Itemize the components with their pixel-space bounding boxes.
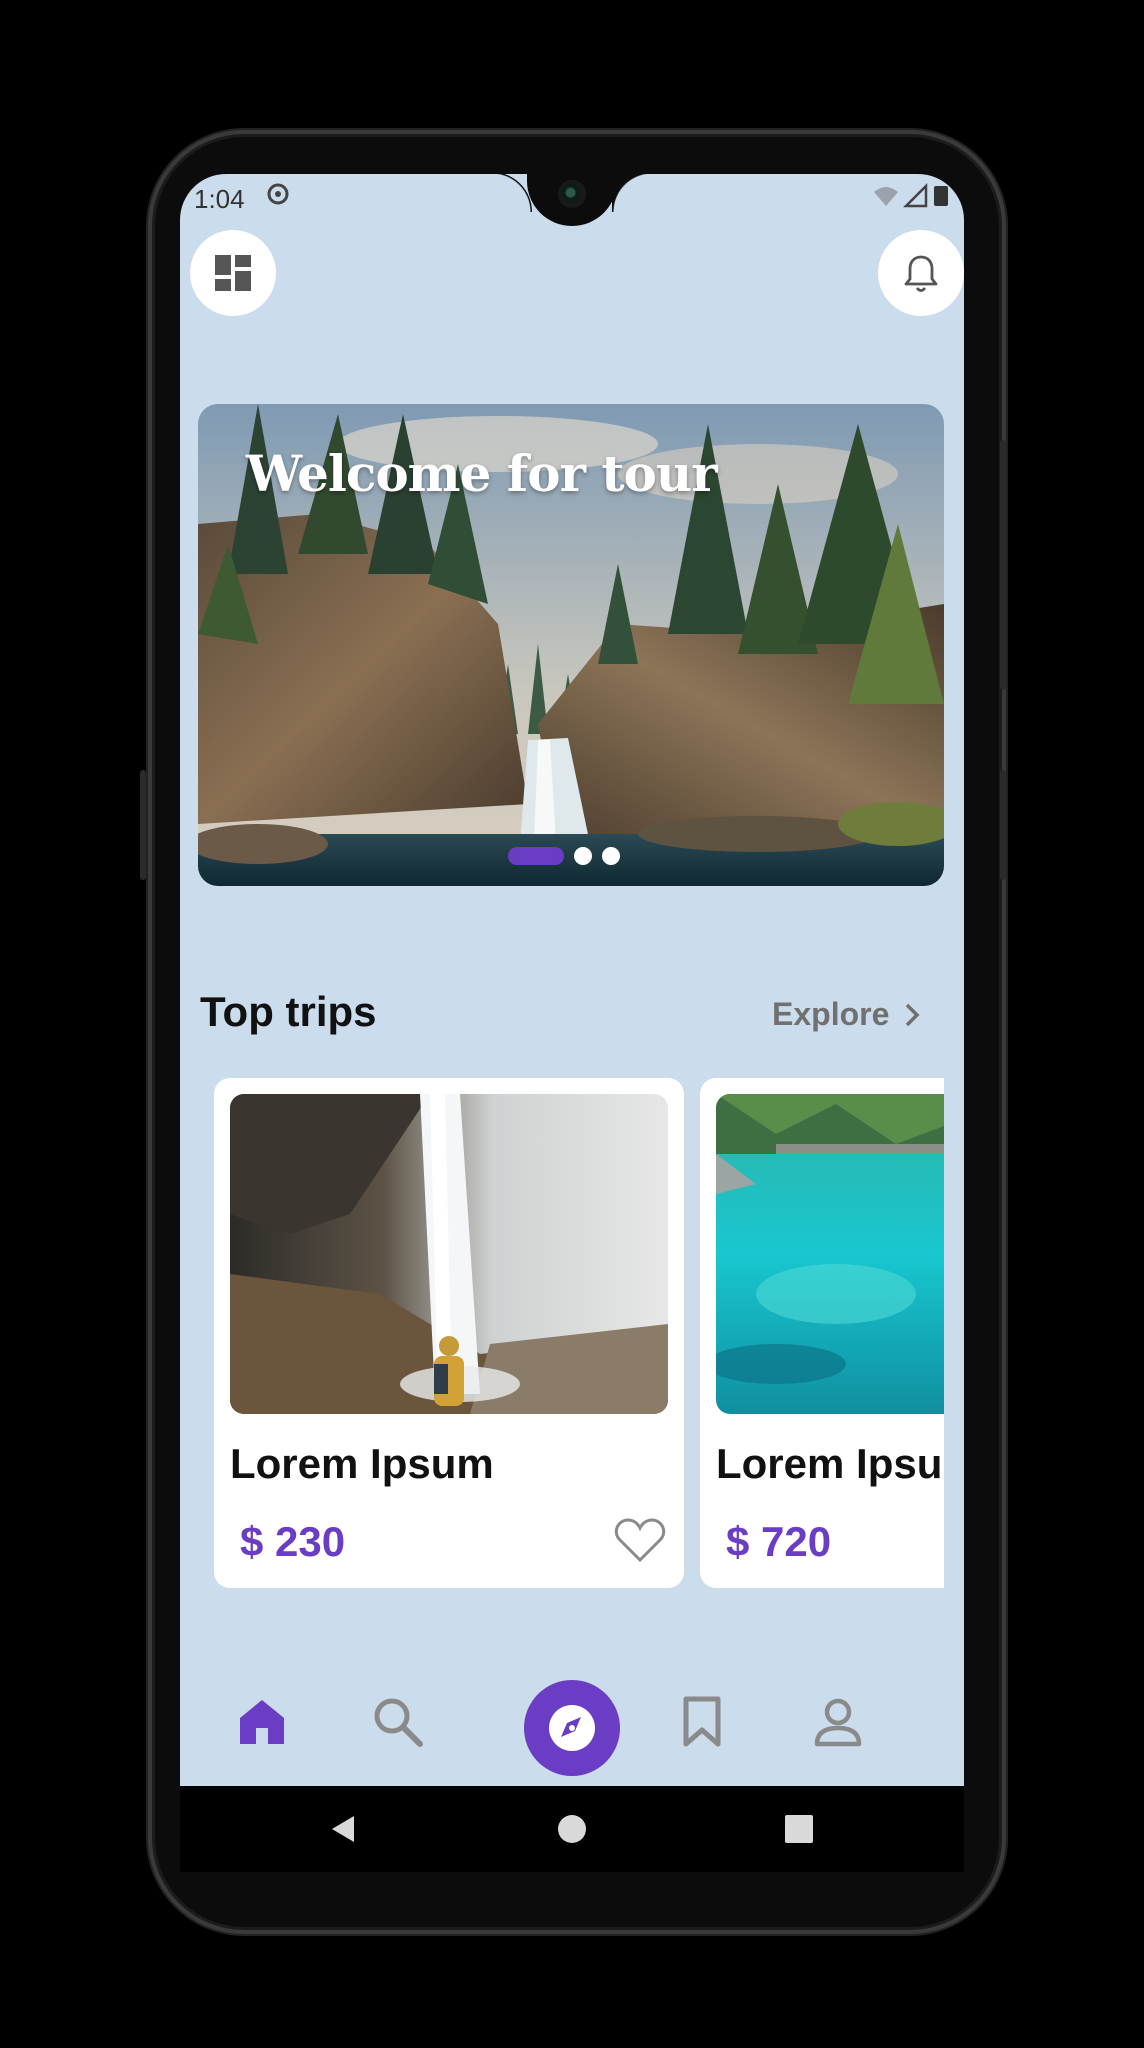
front-camera xyxy=(558,180,586,208)
notifications-button[interactable] xyxy=(878,230,964,316)
side-button-lower xyxy=(1000,770,1006,880)
trip-price: $ 230 xyxy=(240,1518,346,1565)
person-icon xyxy=(814,1698,862,1747)
compass-icon xyxy=(549,1705,595,1751)
power-button xyxy=(1000,440,1006,690)
back-icon[interactable] xyxy=(328,1814,358,1844)
notch-right xyxy=(612,174,652,212)
carousel-dot-active[interactable] xyxy=(508,847,564,865)
nav-profile[interactable] xyxy=(808,1692,868,1752)
heart-icon[interactable] xyxy=(614,1516,666,1564)
explore-label: Explore xyxy=(772,996,890,1032)
recents-icon[interactable] xyxy=(784,1814,814,1844)
trip-title: Lorem Ipsum xyxy=(230,1440,494,1487)
nav-bookmarks[interactable] xyxy=(672,1692,732,1752)
search-icon xyxy=(374,1698,423,1747)
banner-title: Welcome for tour xyxy=(246,444,718,503)
chevron-right-icon xyxy=(906,1003,920,1026)
home-circle-icon[interactable] xyxy=(557,1814,587,1844)
app-screen: 1:04 Welcome for tour Top trips Explore … xyxy=(180,174,964,1786)
trip-card[interactable]: Lorem Ipsum $ 230 xyxy=(214,1078,684,1588)
nav-search[interactable] xyxy=(368,1692,428,1752)
explore-link[interactable]: Explore xyxy=(772,996,921,1033)
nav-explore-button[interactable] xyxy=(524,1680,620,1776)
trip-image xyxy=(716,1094,944,1414)
trip-price: $ 720 xyxy=(726,1518,832,1565)
signal-battery-icon xyxy=(874,182,948,208)
trip-title: Lorem Ipsum xyxy=(716,1440,944,1487)
carousel-dot[interactable] xyxy=(574,847,592,865)
trip-card-clip: Lorem Ipsum $ 720 xyxy=(700,1078,944,1588)
welcome-banner[interactable]: Welcome for tour xyxy=(198,404,944,886)
sync-icon xyxy=(267,183,289,205)
volume-button xyxy=(140,770,146,880)
carousel-dots[interactable] xyxy=(508,847,620,865)
bookmark-icon xyxy=(683,1696,721,1747)
nav-home[interactable] xyxy=(232,1692,292,1752)
trip-image xyxy=(230,1094,668,1414)
notch-left xyxy=(492,174,532,212)
section-title: Top trips xyxy=(200,988,377,1035)
home-icon xyxy=(240,1700,284,1744)
bell-icon xyxy=(904,255,938,292)
carousel-dot[interactable] xyxy=(602,847,620,865)
status-time: 1:04 xyxy=(194,184,245,214)
dashboard-icon xyxy=(215,255,251,291)
bottom-navigation xyxy=(180,1664,964,1786)
trip-card[interactable]: Lorem Ipsum $ 720 xyxy=(700,1078,944,1588)
system-navigation-bar xyxy=(180,1786,964,1872)
menu-button[interactable] xyxy=(190,230,276,316)
